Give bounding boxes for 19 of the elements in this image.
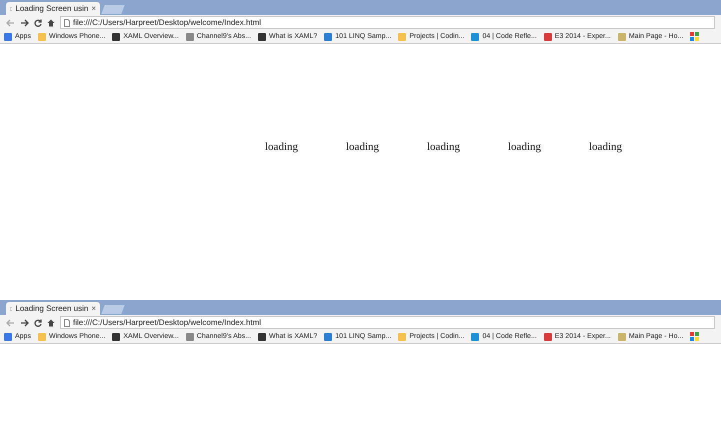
loading-text: loading xyxy=(589,141,622,153)
loading-text: loading xyxy=(346,141,379,153)
home-icon[interactable] xyxy=(47,18,55,26)
home-icon[interactable] xyxy=(47,318,55,326)
colorful-squares-icon xyxy=(690,32,700,41)
browser-tab[interactable]: Loading Screen usin × xyxy=(6,2,100,15)
browser-tab[interactable]: Loading Screen usin × xyxy=(6,302,100,315)
loading-text: loading xyxy=(508,141,541,153)
forward-icon[interactable] xyxy=(20,318,29,326)
close-tab-button[interactable]: × xyxy=(91,304,96,313)
close-tab-button[interactable]: × xyxy=(91,4,96,13)
address-bar[interactable]: file:///C:/Users/Harpreet/Desktop/welcome/Index.html xyxy=(60,316,715,329)
loading-text: loading xyxy=(427,141,460,153)
address-bar[interactable]: file:///C:/Users/Harpreet/Desktop/welcome/Index.html xyxy=(60,16,715,29)
colorful-squares-icon xyxy=(690,332,700,341)
loading-text: loading xyxy=(265,141,298,153)
reload-icon[interactable] xyxy=(34,318,42,326)
forward-icon[interactable] xyxy=(20,18,29,26)
reload-icon[interactable] xyxy=(34,18,42,26)
